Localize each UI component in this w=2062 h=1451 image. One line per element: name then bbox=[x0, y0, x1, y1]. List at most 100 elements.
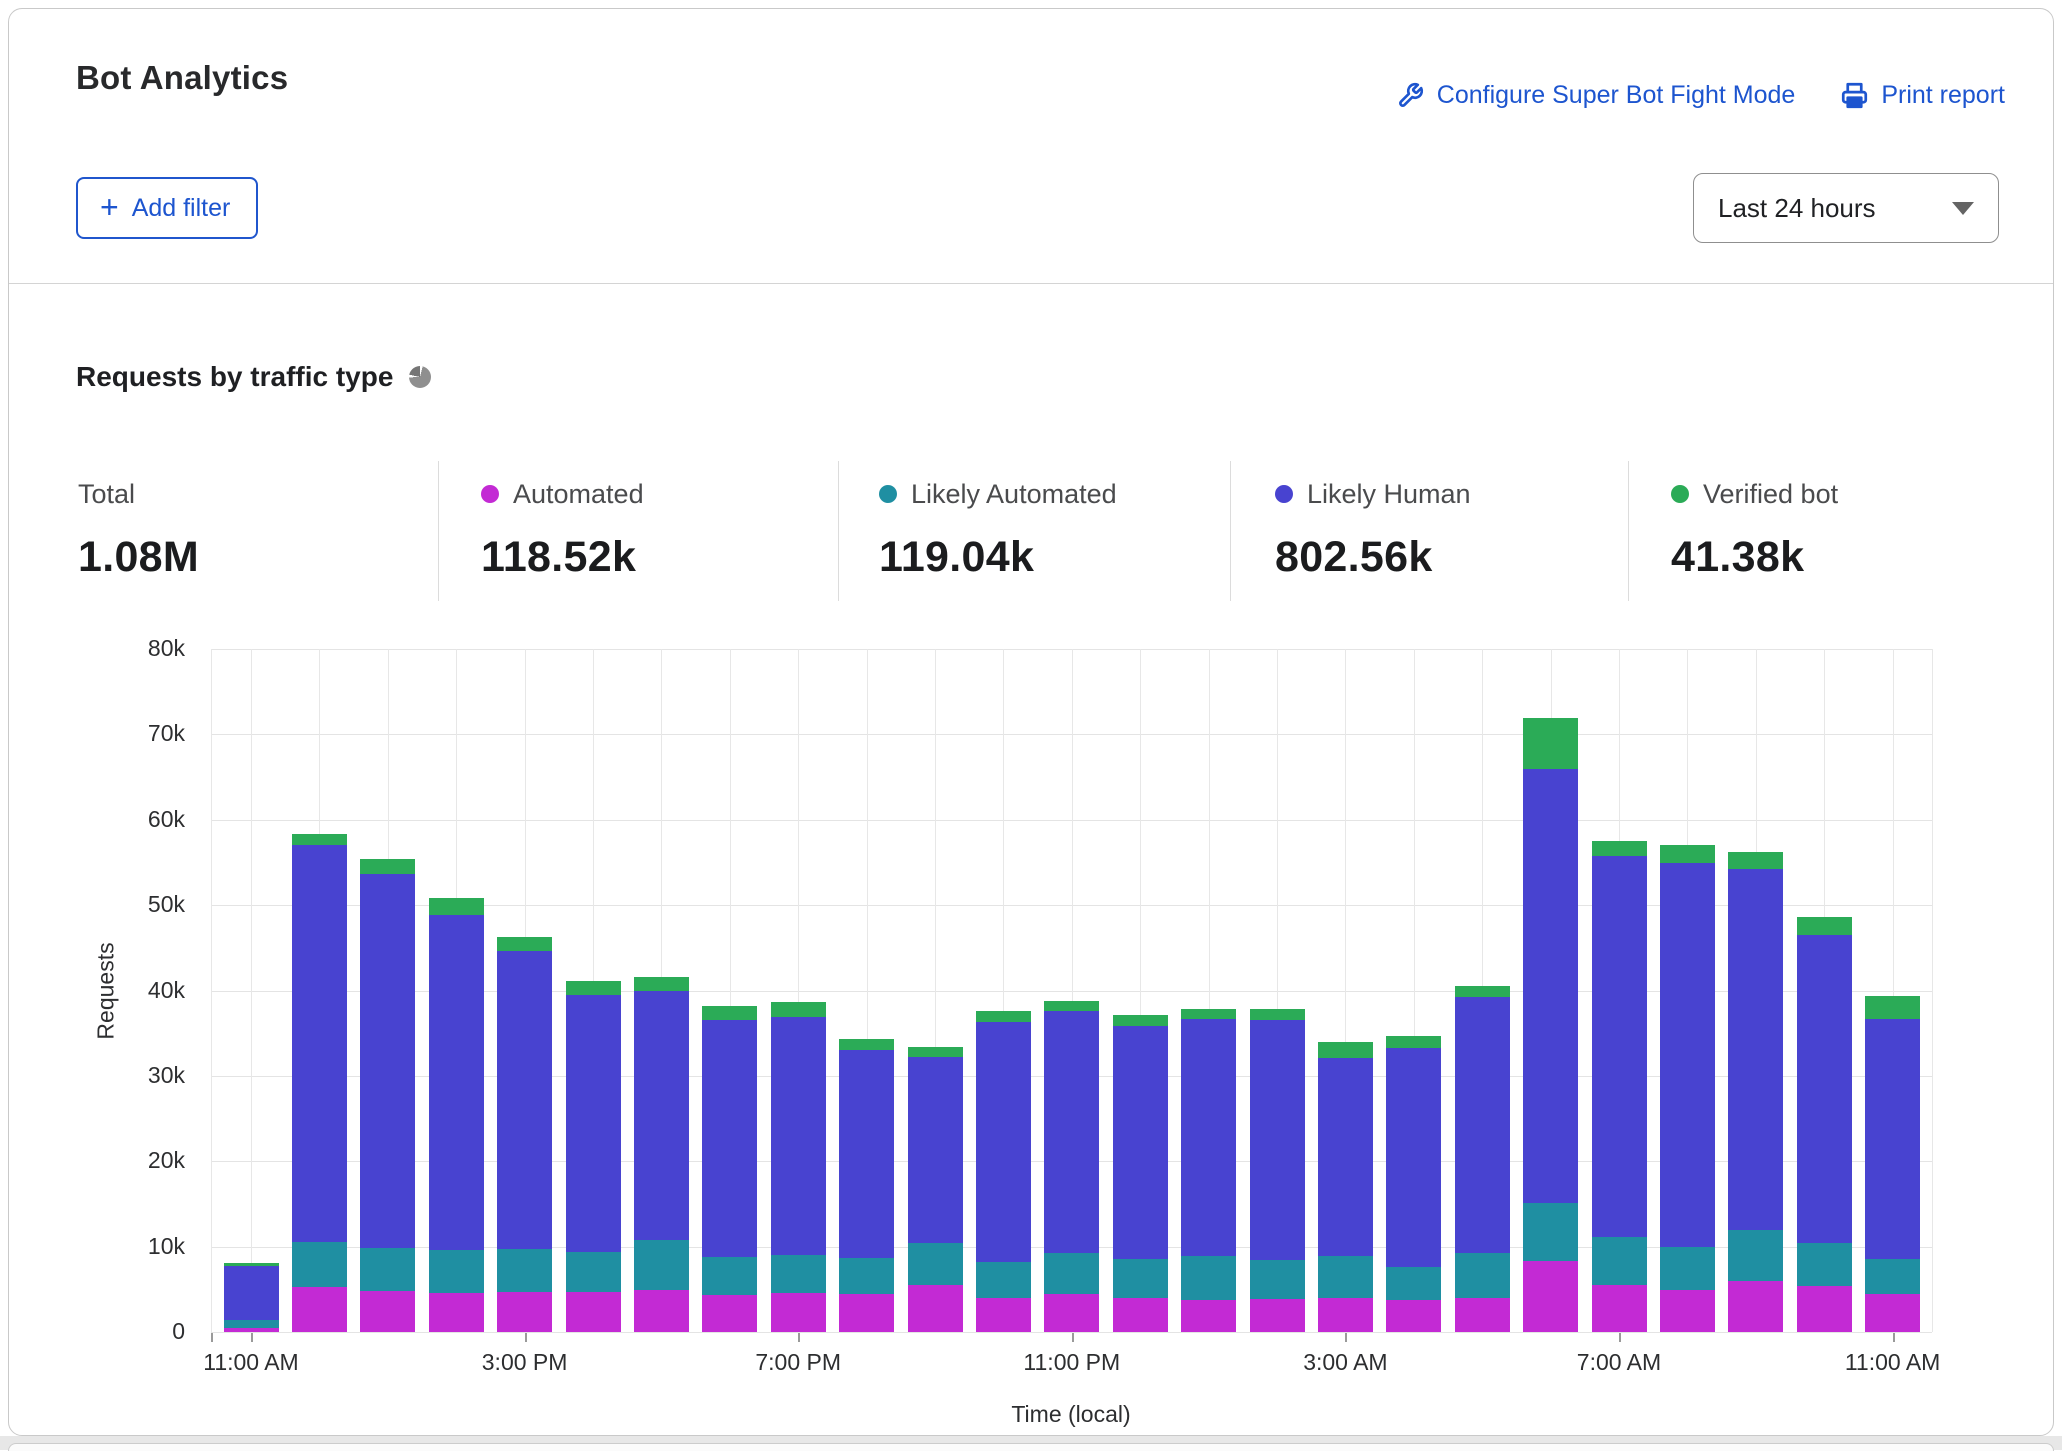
bar-segment-verified_bot bbox=[1181, 1009, 1236, 1018]
bar-segment-likely_human bbox=[1250, 1020, 1305, 1260]
bar-segment-automated bbox=[634, 1290, 689, 1332]
bar-segment-verified_bot bbox=[1455, 986, 1510, 997]
x-tick-label: 11:00 PM bbox=[1002, 1349, 1142, 1376]
bar-segment-likely_automated bbox=[1523, 1203, 1578, 1261]
bar-segment-likely_human bbox=[1523, 769, 1578, 1204]
bar-segment-verified_bot bbox=[1660, 845, 1715, 864]
bar-segment-likely_automated bbox=[1728, 1230, 1783, 1280]
y-tick-label: 10k bbox=[101, 1233, 185, 1260]
bar-segment-likely_automated bbox=[497, 1249, 552, 1292]
bar-segment-automated bbox=[1044, 1294, 1099, 1332]
axis-tick-mark bbox=[1345, 1333, 1347, 1342]
x-tick-label: 3:00 PM bbox=[455, 1349, 595, 1376]
bar-segment-verified_bot bbox=[429, 898, 484, 914]
requests-by-traffic-type-chart: Requests Time (local) 010k20k30k40k50k60… bbox=[9, 9, 2053, 1435]
bar-segment-likely_human bbox=[839, 1050, 894, 1257]
bar-segment-automated bbox=[1113, 1298, 1168, 1332]
bar-segment-verified_bot bbox=[224, 1263, 279, 1266]
bar-segment-verified_bot bbox=[1592, 841, 1647, 856]
axis-tick-mark bbox=[525, 1333, 527, 1342]
bar-segment-automated bbox=[292, 1287, 347, 1332]
bot-analytics-card: Bot Analytics Configure Super Bot Fight … bbox=[8, 8, 2054, 1436]
bar-segment-automated bbox=[360, 1291, 415, 1332]
bar-segment-likely_human bbox=[1455, 997, 1510, 1253]
bar-segment-likely_automated bbox=[566, 1252, 621, 1292]
axis-tick-mark bbox=[211, 1333, 213, 1342]
y-tick-label: 20k bbox=[101, 1147, 185, 1174]
bar-segment-likely_human bbox=[360, 874, 415, 1249]
bar-segment-verified_bot bbox=[908, 1047, 963, 1057]
bar-segment-automated bbox=[1660, 1290, 1715, 1332]
bar-segment-likely_human bbox=[1592, 856, 1647, 1238]
axis-tick-mark bbox=[798, 1333, 800, 1342]
bar-segment-automated bbox=[1523, 1261, 1578, 1332]
y-tick-label: 0 bbox=[101, 1318, 185, 1345]
bar-segment-likely_automated bbox=[1250, 1260, 1305, 1298]
bar-segment-verified_bot bbox=[1865, 996, 1920, 1019]
bar-segment-automated bbox=[1386, 1300, 1441, 1332]
bar-segment-likely_human bbox=[702, 1020, 757, 1257]
bar-segment-likely_human bbox=[1113, 1026, 1168, 1259]
bar-segment-likely_automated bbox=[1797, 1243, 1852, 1286]
bar-segment-likely_human bbox=[224, 1266, 279, 1320]
bar-segment-likely_human bbox=[634, 991, 689, 1239]
bar-segment-likely_automated bbox=[908, 1243, 963, 1285]
bar-segment-likely_human bbox=[1797, 935, 1852, 1243]
y-tick-label: 40k bbox=[101, 977, 185, 1004]
bar-segment-automated bbox=[1865, 1294, 1920, 1332]
chart-plot-area bbox=[211, 649, 1932, 1332]
bar-segment-likely_human bbox=[1386, 1048, 1441, 1267]
bar-segment-likely_human bbox=[908, 1057, 963, 1243]
y-tick-label: 30k bbox=[101, 1062, 185, 1089]
page: { "header": { "title": "Bot Analytics", … bbox=[0, 0, 2062, 1450]
axis-tick-mark bbox=[251, 1333, 253, 1342]
y-tick-label: 50k bbox=[101, 891, 185, 918]
bar-segment-verified_bot bbox=[497, 937, 552, 952]
bar-segment-automated bbox=[771, 1293, 826, 1332]
bar-segment-automated bbox=[908, 1285, 963, 1332]
bar-segment-verified_bot bbox=[566, 981, 621, 995]
bar-segment-likely_human bbox=[566, 995, 621, 1252]
gridline-vertical bbox=[251, 649, 252, 1332]
bar-segment-likely_human bbox=[1181, 1019, 1236, 1256]
bar-segment-likely_human bbox=[497, 951, 552, 1249]
bar-segment-verified_bot bbox=[1318, 1042, 1373, 1058]
x-tick-label: 7:00 AM bbox=[1549, 1349, 1689, 1376]
bar-segment-verified_bot bbox=[1113, 1015, 1168, 1026]
x-tick-label: 7:00 PM bbox=[728, 1349, 868, 1376]
x-axis-title: Time (local) bbox=[941, 1401, 1201, 1428]
bar-segment-automated bbox=[566, 1292, 621, 1332]
gridline-vertical bbox=[211, 649, 212, 1332]
bar-segment-likely_automated bbox=[224, 1320, 279, 1328]
bar-segment-likely_human bbox=[976, 1022, 1031, 1262]
axis-tick-mark bbox=[1072, 1333, 1074, 1342]
bar-segment-likely_automated bbox=[702, 1257, 757, 1295]
bar-segment-likely_human bbox=[429, 915, 484, 1251]
bar-segment-verified_bot bbox=[1386, 1036, 1441, 1048]
bar-segment-likely_human bbox=[1318, 1058, 1373, 1256]
y-tick-label: 70k bbox=[101, 720, 185, 747]
bar-segment-automated bbox=[1318, 1298, 1373, 1332]
bar-segment-likely_automated bbox=[292, 1242, 347, 1287]
bar-segment-automated bbox=[1592, 1285, 1647, 1332]
bar-segment-likely_automated bbox=[1113, 1259, 1168, 1297]
bar-segment-verified_bot bbox=[1728, 852, 1783, 869]
bar-segment-automated bbox=[1250, 1299, 1305, 1332]
bar-segment-likely_human bbox=[1044, 1011, 1099, 1253]
bar-segment-automated bbox=[839, 1294, 894, 1332]
bar-segment-likely_automated bbox=[1592, 1237, 1647, 1285]
bar-segment-likely_automated bbox=[1181, 1256, 1236, 1300]
bar-segment-likely_human bbox=[771, 1017, 826, 1255]
bar-segment-verified_bot bbox=[634, 977, 689, 992]
bar-segment-likely_human bbox=[1728, 869, 1783, 1230]
bar-segment-verified_bot bbox=[360, 859, 415, 874]
bar-segment-verified_bot bbox=[292, 834, 347, 845]
bar-segment-likely_human bbox=[1865, 1019, 1920, 1260]
bar-segment-automated bbox=[1181, 1300, 1236, 1332]
bar-segment-likely_automated bbox=[634, 1240, 689, 1290]
bar-segment-verified_bot bbox=[839, 1039, 894, 1050]
bar-segment-likely_human bbox=[292, 845, 347, 1241]
bar-segment-verified_bot bbox=[1250, 1009, 1305, 1020]
bar-segment-automated bbox=[1728, 1281, 1783, 1332]
axis-tick-mark bbox=[1619, 1333, 1621, 1342]
